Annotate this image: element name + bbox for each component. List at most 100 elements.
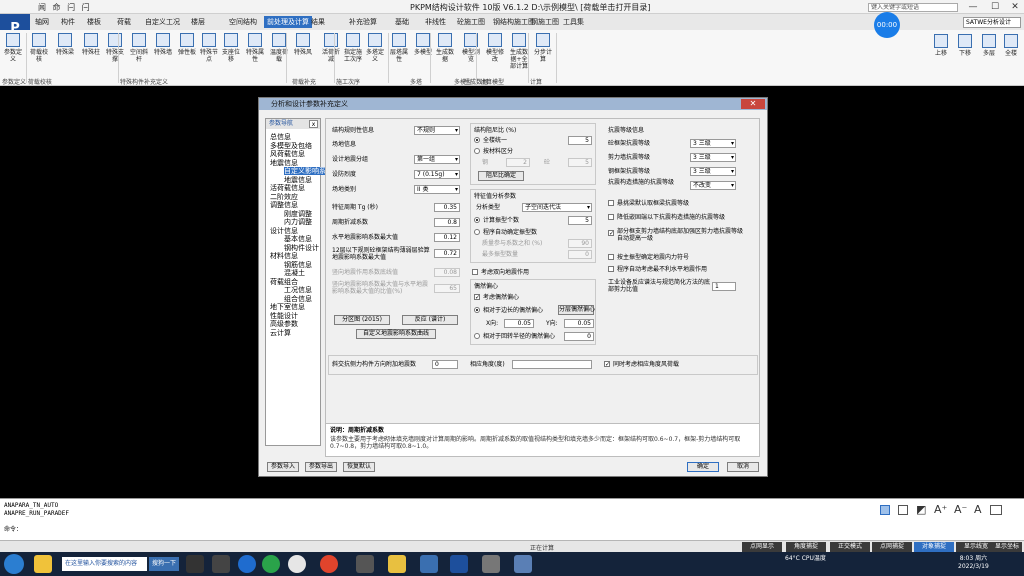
nav-item[interactable]: 云计算 (270, 329, 291, 337)
folder-icon[interactable] (212, 555, 230, 573)
nav-item[interactable]: 地震信息 (284, 176, 312, 184)
close-icon[interactable]: ✕ (1004, 0, 1024, 14)
extra-angle-input[interactable]: 0 (432, 360, 458, 369)
custom-curve-button[interactable]: 自定义地震影响系数曲线 (356, 329, 436, 339)
maximize-icon[interactable]: ☐ (984, 0, 1006, 14)
tab-1[interactable]: 构件 (58, 16, 78, 28)
ribbon-button-13[interactable]: 活荷折减 (320, 33, 342, 63)
main-mode-checkbox[interactable] (608, 254, 614, 260)
font-decrease-icon[interactable]: A⁻ (954, 503, 967, 516)
group-select[interactable]: 第一组 (414, 155, 460, 164)
nav-item[interactable]: 工况信息 (284, 286, 312, 294)
status-toggle-button[interactable]: 正交模式 (830, 542, 870, 552)
tab-2[interactable]: 楼板 (84, 16, 104, 28)
tab-4[interactable]: 自定义工况 (142, 16, 183, 28)
import-params-button[interactable]: 参数导入 (267, 462, 299, 472)
intensity-select[interactable]: 7 (0.15g) (414, 170, 460, 179)
tab-7[interactable]: 前处理及计算 (264, 16, 312, 28)
ok-button[interactable]: 确定 (687, 462, 719, 472)
all-one-radio[interactable] (474, 137, 480, 143)
nav-item[interactable]: 调整信息 (270, 201, 298, 209)
rel-radius-input[interactable]: 0 (564, 332, 594, 341)
status-toggle-button[interactable]: 显示坐标 (992, 542, 1022, 552)
steel-frame-select[interactable]: 3 三级 (690, 167, 736, 176)
max-modes-input[interactable]: 0 (568, 250, 592, 259)
ribbon-button-5[interactable]: 空间斜杆 (128, 33, 150, 63)
nav-item[interactable]: 组合信息 (284, 295, 312, 303)
nav-item[interactable]: 材料信息 (270, 252, 298, 260)
font-style-icon[interactable]: A (974, 503, 982, 516)
by-material-radio[interactable] (474, 148, 480, 154)
nav-item[interactable]: 钢筋信息 (284, 261, 312, 269)
conc-frame-select[interactable]: 3 三级 (690, 139, 736, 148)
y-ecc-input[interactable]: 0.05 (564, 319, 594, 328)
vert-ratio-input[interactable]: 65 (434, 284, 460, 293)
nav-item[interactable]: 活荷载信息 (270, 184, 305, 192)
command-area[interactable]: ANAPARA_TN_AUTO ANAPRE_RUN_PARADEF 命令： ◩… (0, 498, 1024, 540)
ribbon-button-15[interactable]: 多塔定义 (364, 33, 386, 63)
ribbon-button-7[interactable]: 弹性板 (176, 33, 198, 56)
steel-input[interactable]: 2 (506, 158, 530, 167)
auto-modes-radio[interactable] (474, 229, 480, 235)
app-icon[interactable] (514, 555, 532, 573)
user-modes-input[interactable]: 5 (568, 216, 592, 225)
tab-0[interactable]: 轴网 (32, 16, 52, 28)
layer-ecc-button[interactable]: 分层偶然偏心 (558, 305, 595, 315)
nav-item[interactable]: 二阶效应 (270, 193, 298, 201)
ribbon-button-21[interactable]: 生成数据+全部计算 (508, 33, 530, 70)
all-one-input[interactable]: 5 (568, 136, 592, 145)
app-icon[interactable] (420, 555, 438, 573)
ribbon-button-19[interactable]: 模型浏览 (460, 33, 482, 63)
view-button-2[interactable]: 多层 (978, 34, 1000, 57)
tab-12[interactable]: 砼施工图 (454, 16, 488, 28)
user-modes-radio[interactable] (474, 217, 480, 223)
analysis-type-select[interactable]: 子空间迭代法 (522, 203, 592, 212)
app-icon[interactable] (482, 555, 500, 573)
nav-item[interactable]: 刚度调整 (284, 210, 312, 218)
app-taskbar-icon[interactable] (34, 555, 52, 573)
command-prompt[interactable]: 命令： (4, 526, 22, 533)
ribbon-button-3[interactable]: 特殊柱 (80, 33, 102, 56)
nav-item[interactable]: 风荷载信息 (270, 150, 305, 158)
tab-8[interactable]: 结果 (308, 16, 328, 28)
nav-close-button[interactable]: x (309, 120, 318, 128)
taskbar-search-button[interactable]: 搜狗一下 (149, 557, 179, 571)
ribbon-button-22[interactable]: 分步计算 (532, 33, 554, 63)
struct-rule-select[interactable]: 不规则 (414, 126, 460, 135)
mass-ratio-input[interactable]: 90 (568, 239, 592, 248)
ribbon-button-12[interactable]: 特殊风 (292, 33, 314, 56)
media-icon[interactable] (186, 555, 204, 573)
nav-item[interactable]: 设计信息 (270, 227, 298, 235)
tg-input[interactable]: 0.35 (434, 203, 460, 212)
status-toggle-button[interactable]: 角度捕捉 (786, 542, 826, 552)
status-toggle-button[interactable]: 对象捕捉 (914, 542, 954, 552)
view-button-0[interactable]: 上移 (930, 34, 952, 57)
ribbon-button-10[interactable]: 特殊属性 (244, 33, 266, 63)
fill-icon[interactable]: ◩ (916, 503, 926, 516)
nav-item[interactable]: 地震信息 (270, 159, 298, 167)
nav-item[interactable]: 总信息 (270, 133, 291, 141)
ribbon-button-16[interactable]: 层塔属性 (388, 33, 410, 63)
rel-radius-radio[interactable] (474, 333, 480, 339)
taskbar-search-input[interactable]: 在这里输入你要搜索的内容 (62, 557, 147, 571)
worst-direction-checkbox[interactable] (608, 266, 614, 272)
view-button-3[interactable]: 全楼 (1000, 34, 1022, 57)
tab-11[interactable]: 非线性 (422, 16, 449, 28)
response-spectrum-button[interactable]: 反应 (谱计) (402, 315, 458, 325)
nav-item[interactable]: 高级参数 (270, 320, 298, 328)
amax-small-input[interactable]: 0.72 (434, 249, 460, 258)
tab-9[interactable]: 补充验算 (346, 16, 380, 28)
module-select[interactable]: SATWE分析设计 (963, 17, 1021, 28)
help-search-input[interactable]: 键入关键字或短语 (868, 3, 958, 12)
nav-item[interactable]: 基本信息 (284, 235, 312, 243)
ribbon-button-0[interactable]: 参数定义 (2, 33, 24, 63)
tab-10[interactable]: 基础 (392, 16, 412, 28)
start-button-icon[interactable] (4, 554, 24, 574)
period-factor-input[interactable]: 0.8 (434, 218, 460, 227)
ribbon-button-4[interactable]: 特殊支撑 (104, 33, 126, 63)
damping-confirm-button[interactable]: 阻尼比确定 (478, 171, 524, 181)
amax-input[interactable]: 0.12 (434, 233, 460, 242)
ribbon-button-14[interactable]: 指定施工次序 (342, 33, 364, 63)
font-increase-icon[interactable]: A⁺ (934, 503, 947, 516)
concrete-input[interactable]: 5 (568, 158, 592, 167)
